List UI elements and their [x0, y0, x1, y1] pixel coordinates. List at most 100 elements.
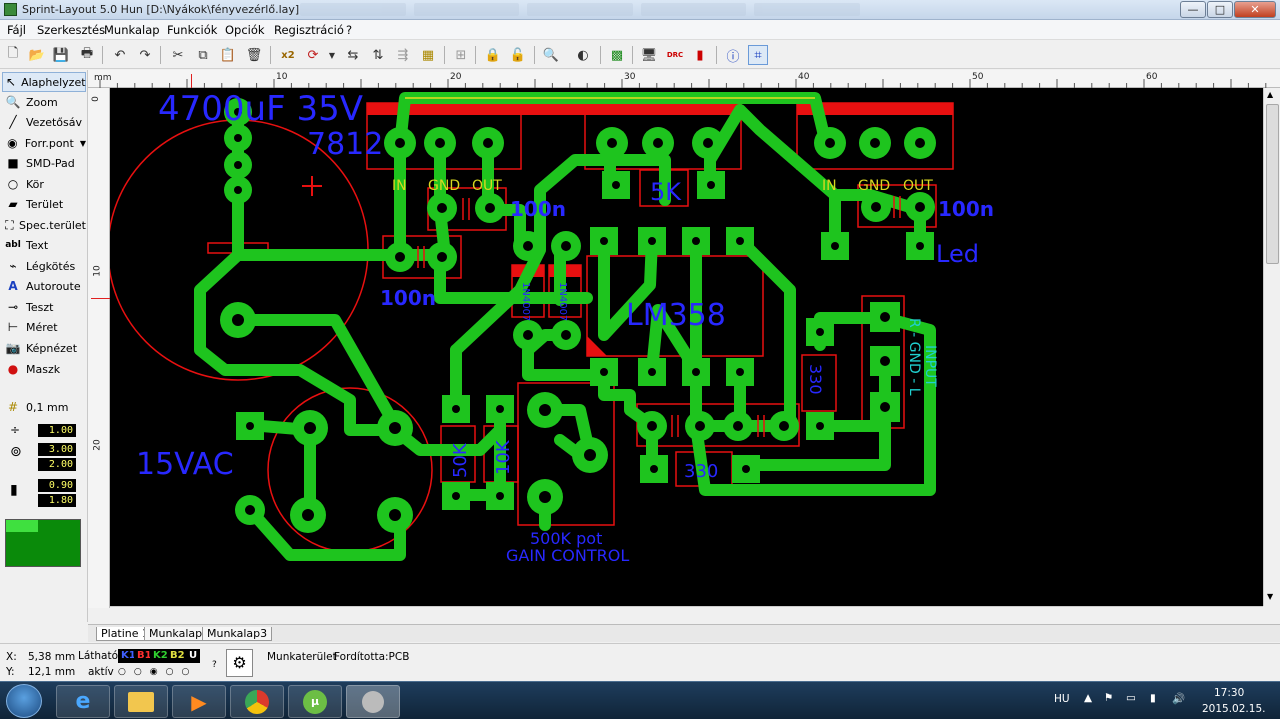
radio-b1[interactable]: ○ [134, 667, 142, 677]
photo-view-icon[interactable]: ▩ [607, 45, 627, 65]
tool-area[interactable]: ▰ Terület [2, 194, 86, 214]
menu-options[interactable]: Opciók [225, 23, 265, 37]
menu-file[interactable]: Fájl [7, 23, 26, 37]
layer-settings-icon[interactable]: ⚙ [226, 649, 253, 677]
export-icon[interactable]: ▮ [690, 45, 710, 65]
pcb-canvas[interactable]: 4700uF 35V 7812 IN GND OUT 100n 100n 5K … [110, 88, 1263, 606]
radio-b2[interactable]: ○ [166, 667, 174, 677]
track-width-value[interactable]: 1.00 [38, 424, 76, 437]
minimize-button[interactable]: — [1180, 1, 1206, 18]
taskbar-chrome-icon[interactable] [230, 685, 284, 718]
maximize-button[interactable]: □ [1207, 1, 1233, 18]
crop-icon[interactable]: ⌗ [748, 45, 768, 65]
taskbar-media-icon[interactable]: ▶ [172, 685, 226, 718]
menu-registration[interactable]: Regisztráció [274, 23, 344, 37]
menu-worksheet[interactable]: Munkalap [104, 23, 160, 37]
tool-measure[interactable]: ⊢ Méret [2, 317, 86, 337]
save-icon[interactable]: 💾 [51, 45, 71, 65]
grid-align-icon[interactable]: ▦ [418, 45, 438, 65]
smd-width-value[interactable]: 0.90 [38, 479, 76, 492]
print-icon[interactable]: 🖶 [77, 45, 97, 65]
taskbar-sprint-layout-icon[interactable] [346, 685, 400, 718]
pad-outer-value[interactable]: 3.00 [38, 443, 76, 456]
active-layer-radios[interactable]: ○ ○ ◉ ○ ○ [118, 667, 189, 677]
tool-zoom[interactable]: 🔍 Zoom [2, 92, 86, 112]
start-button[interactable] [6, 684, 42, 718]
scroll-up-icon[interactable]: ▲ [1267, 90, 1273, 99]
help-mark-icon[interactable]: ? [212, 660, 217, 670]
taskbar-ie-icon[interactable]: e [56, 685, 110, 718]
mirror-h-icon[interactable]: ⇆ [343, 45, 363, 65]
layer-b2-toggle[interactable]: B2 [167, 649, 188, 663]
rotate-icon[interactable]: ⟳ [303, 45, 323, 65]
tool-circle[interactable]: ○ Kör [2, 174, 86, 194]
pad-inner-value[interactable]: 2.00 [38, 458, 76, 471]
label-out2: OUT [903, 178, 933, 194]
track-icon: ╱ [9, 115, 17, 129]
delete-icon[interactable]: 🗑 [244, 45, 264, 65]
tool-pad[interactable]: ◉ Forr.pont ▼ [2, 133, 86, 153]
volume-icon[interactable]: 🔊 [1172, 692, 1185, 705]
menu-edit[interactable]: Szerkesztés [37, 23, 105, 37]
ruler-top-ticks [99, 79, 1267, 88]
grid-selector[interactable]: #0,1 mm [2, 397, 86, 417]
taskbar-explorer-icon[interactable] [114, 685, 168, 718]
radio-k1[interactable]: ○ [118, 667, 126, 677]
duplicate-icon[interactable]: x2 [278, 45, 298, 65]
ruler-top-label: 40 [798, 72, 810, 82]
info-icon[interactable]: ⓘ [723, 45, 743, 65]
tool-select[interactable]: ↖ Alaphelyzet [2, 72, 86, 92]
menu-help[interactable]: ? [346, 23, 352, 37]
radio-u[interactable]: ○ [181, 667, 189, 677]
drc-icon[interactable]: DRC [665, 45, 685, 65]
circle-icon: ○ [7, 177, 19, 191]
tool-track[interactable]: ╱ Vezetősáv [2, 112, 86, 132]
tab-munkalap3[interactable]: Munkalap3 [202, 627, 273, 641]
copper-color-swatch[interactable] [5, 519, 81, 567]
scroll-down-icon[interactable]: ▼ [1267, 592, 1273, 601]
clock-time[interactable]: 17:30 [1214, 687, 1244, 699]
tool-smd-pad[interactable]: ■ SMD-Pad [2, 153, 86, 173]
battery-icon[interactable]: ▭ [1126, 692, 1136, 704]
align-icon[interactable]: ⇶ [393, 45, 413, 65]
clock-date[interactable]: 2015.02.15. [1202, 703, 1265, 715]
label-r50k: 50K [450, 442, 471, 478]
cut-icon[interactable]: ✂ [168, 45, 188, 65]
tool-mask[interactable]: ● Maszk [2, 359, 86, 379]
layer-u-toggle[interactable]: U [186, 649, 201, 663]
flag-icon[interactable]: ⚑ [1104, 692, 1113, 704]
new-file-icon[interactable]: 🗋 [3, 45, 23, 65]
horizontal-scrollbar[interactable] [110, 606, 1263, 622]
tool-photo-view[interactable]: 📷 Képnézet [2, 338, 86, 358]
taskbar-utorrent-icon[interactable]: µ [288, 685, 342, 718]
close-button[interactable]: ✕ [1234, 1, 1276, 18]
monitor-icon[interactable]: 🖥 [639, 45, 659, 65]
menu-functions[interactable]: Funkciók [167, 23, 217, 37]
transparency-icon[interactable]: ◐ [573, 45, 593, 65]
zoom-icon[interactable]: 🔍 [541, 45, 561, 65]
copy-icon[interactable]: ⧉ [193, 45, 213, 65]
radio-k2[interactable]: ◉ [150, 667, 158, 677]
tray-arrow-icon[interactable]: ▲ [1084, 692, 1092, 704]
smd-height-value[interactable]: 1.80 [38, 494, 76, 507]
open-folder-icon[interactable]: 📂 [27, 45, 47, 65]
tool-special-area[interactable]: ⛶ Spec.terület [2, 215, 86, 235]
language-indicator[interactable]: HU [1054, 693, 1070, 705]
tool-test[interactable]: ⊸ Teszt [2, 297, 86, 317]
paste-icon[interactable]: 📋 [218, 45, 238, 65]
vertical-scrollbar[interactable]: ▲ ▼ [1263, 88, 1280, 606]
network-icon[interactable]: ▮ [1150, 692, 1156, 704]
tool-autoroute[interactable]: A Autoroute [2, 276, 86, 296]
tool-text[interactable]: abl Text [2, 235, 86, 255]
pcb-drawing[interactable]: 4700uF 35V 7812 IN GND OUT 100n 100n 5K … [110, 88, 1263, 606]
vertical-scroll-thumb[interactable] [1266, 104, 1279, 264]
tool-airwire[interactable]: ⌁ Légkötés [2, 256, 86, 276]
undo-icon[interactable]: ↶ [110, 45, 130, 65]
unlock-icon[interactable]: 🔓 [508, 45, 528, 65]
redo-icon[interactable]: ↷ [135, 45, 155, 65]
chevron-down-icon[interactable]: ▼ [80, 139, 86, 148]
lock-icon[interactable]: 🔒 [483, 45, 503, 65]
group-icon[interactable]: ⊞ [451, 45, 471, 65]
mirror-v-icon[interactable]: ⇅ [368, 45, 388, 65]
rotate-dropdown-icon[interactable]: ▼ [322, 45, 342, 65]
